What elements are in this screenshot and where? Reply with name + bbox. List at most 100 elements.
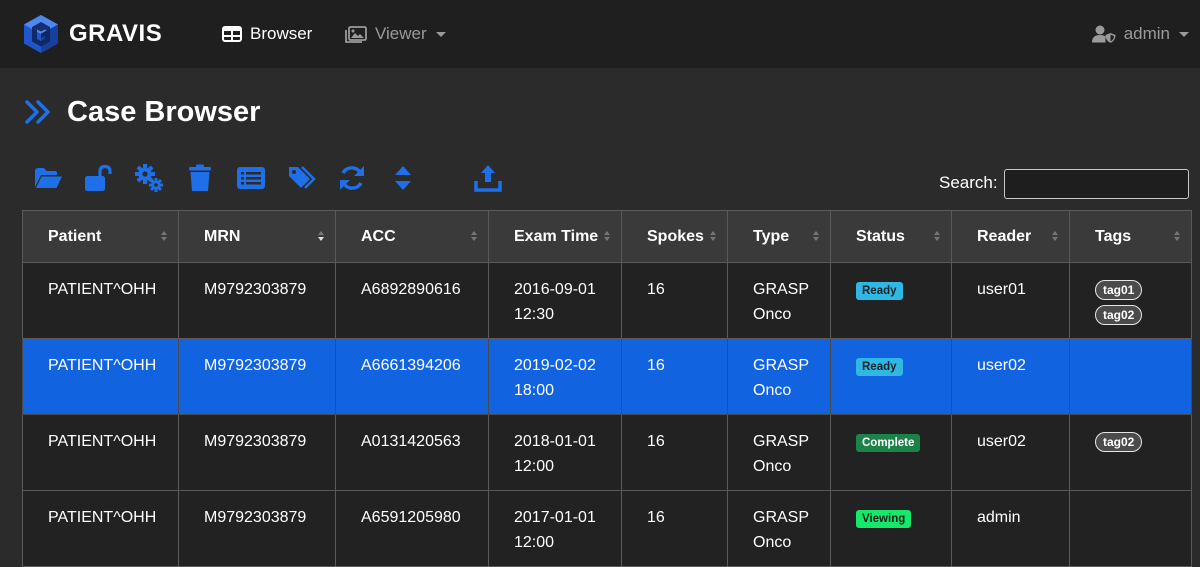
list-icon	[237, 167, 265, 189]
tags-icon	[289, 166, 316, 189]
unlock-button[interactable]	[82, 162, 114, 194]
column-header-mrn[interactable]: MRN	[178, 210, 336, 263]
sort-icon	[813, 231, 819, 241]
nav-viewer-dropdown[interactable]: Viewer	[345, 22, 446, 46]
case-table: Patient MRN ACC Exam Time Spokes Type St…	[22, 210, 1192, 567]
cell-tags	[1069, 338, 1192, 415]
cell-exam-time: 2019-02-02 18:00	[488, 338, 622, 415]
cell-acc: A6892890616	[335, 262, 489, 339]
column-header-type[interactable]: Type	[727, 210, 831, 263]
cell-mrn: M9792303879	[178, 338, 336, 415]
settings-button[interactable]	[133, 162, 165, 194]
gravis-logo-icon	[24, 15, 58, 53]
cell-status: Ready	[830, 262, 952, 339]
cell-status: Complete	[830, 414, 952, 491]
table-row[interactable]: PATIENT^OHH M9792303879 A0131420563 2018…	[22, 414, 1192, 491]
sort-icon	[1052, 231, 1058, 241]
page-title: Case Browser	[67, 95, 261, 128]
cell-mrn: M9792303879	[178, 262, 336, 339]
sort-desc-icon	[318, 231, 324, 241]
column-header-status[interactable]: Status	[830, 210, 952, 263]
search-input[interactable]	[1004, 169, 1189, 199]
sort-icon	[1174, 231, 1180, 241]
cell-reader: user01	[951, 262, 1070, 339]
images-icon	[345, 25, 367, 43]
tag-badge: tag02	[1095, 305, 1143, 325]
sort-icon	[471, 231, 477, 241]
cell-acc: A6661394206	[335, 338, 489, 415]
nav-browser[interactable]: Browser	[222, 22, 312, 46]
folder-open-icon	[35, 168, 62, 188]
table-row-selected[interactable]: PATIENT^OHH M9792303879 A6661394206 2019…	[22, 338, 1192, 415]
cell-spokes: 16	[621, 262, 728, 339]
cell-exam-time: 2016-09-01 12:30	[488, 262, 622, 339]
open-button[interactable]	[32, 162, 64, 194]
cell-type: GRASP Onco	[727, 262, 831, 339]
table-row[interactable]: PATIENT^OHH M9792303879 A6892890616 2016…	[22, 262, 1192, 339]
upload-button[interactable]	[472, 162, 504, 194]
sort-button[interactable]	[387, 162, 419, 194]
brand-logo[interactable]: GRAVIS	[22, 12, 162, 56]
search-label: Search:	[939, 173, 998, 192]
sort-icon	[934, 231, 940, 241]
trash-icon	[189, 164, 211, 191]
brand-name: GRAVIS	[69, 20, 163, 47]
table-row[interactable]: PATIENT^OHH M9792303879 A6591205980 2017…	[22, 490, 1192, 567]
sync-icon	[340, 166, 364, 190]
cell-status: Ready	[830, 338, 952, 415]
sort-icon	[161, 231, 167, 241]
cell-spokes: 16	[621, 490, 728, 567]
cogs-icon	[135, 164, 163, 192]
table-icon	[222, 26, 242, 42]
cell-mrn: M9792303879	[178, 490, 336, 567]
cell-reader: user02	[951, 338, 1070, 415]
cell-tags: tag01 tag02	[1069, 262, 1192, 339]
cell-acc: A6591205980	[335, 490, 489, 567]
column-header-patient[interactable]: Patient	[22, 210, 179, 263]
cell-type: GRASP Onco	[727, 490, 831, 567]
tags-button[interactable]	[286, 162, 318, 194]
nav-user-label: admin	[1123, 24, 1170, 43]
sort-icon	[604, 231, 610, 241]
cell-patient: PATIENT^OHH	[22, 338, 179, 415]
user-shield-icon	[1091, 25, 1116, 43]
tag-badge: tag02	[1095, 432, 1143, 452]
cell-patient: PATIENT^OHH	[22, 414, 179, 491]
cell-patient: PATIENT^OHH	[22, 262, 179, 339]
details-button[interactable]	[235, 162, 267, 194]
refresh-button[interactable]	[336, 162, 368, 194]
chevron-down-icon	[435, 31, 446, 37]
cell-status: Viewing	[830, 490, 952, 567]
column-header-exam-time[interactable]: Exam Time	[488, 210, 622, 263]
cell-mrn: M9792303879	[178, 414, 336, 491]
delete-button[interactable]	[184, 162, 216, 194]
status-badge: Viewing	[856, 510, 912, 528]
unlock-icon	[85, 164, 112, 191]
nav-user-dropdown[interactable]: admin	[1091, 22, 1189, 46]
column-header-spokes[interactable]: Spokes	[621, 210, 728, 263]
sort-icon	[710, 231, 716, 241]
cell-exam-time: 2017-01-01 12:00	[488, 490, 622, 567]
page-heading: Case Browser	[24, 92, 260, 132]
column-header-tags[interactable]: Tags	[1069, 210, 1192, 263]
cell-tags: tag02	[1069, 414, 1192, 491]
cell-type: GRASP Onco	[727, 338, 831, 415]
cell-acc: A0131420563	[335, 414, 489, 491]
nav-viewer-label: Viewer	[375, 24, 427, 43]
sort-icon	[395, 166, 411, 190]
cell-reader: admin	[951, 490, 1070, 567]
status-badge: Complete	[856, 434, 921, 452]
cell-exam-time: 2018-01-01 12:00	[488, 414, 622, 491]
chevron-down-icon	[1179, 31, 1189, 37]
upload-icon	[474, 165, 502, 192]
tag-badge: tag01	[1095, 280, 1143, 300]
column-header-reader[interactable]: Reader	[951, 210, 1070, 263]
cell-spokes: 16	[621, 338, 728, 415]
cell-reader: user02	[951, 414, 1070, 491]
cell-type: GRASP Onco	[727, 414, 831, 491]
column-header-acc[interactable]: ACC	[335, 210, 489, 263]
table-header-row: Patient MRN ACC Exam Time Spokes Type St…	[22, 210, 1192, 263]
cell-patient: PATIENT^OHH	[22, 490, 179, 567]
cell-tags	[1069, 490, 1192, 567]
cell-spokes: 16	[621, 414, 728, 491]
